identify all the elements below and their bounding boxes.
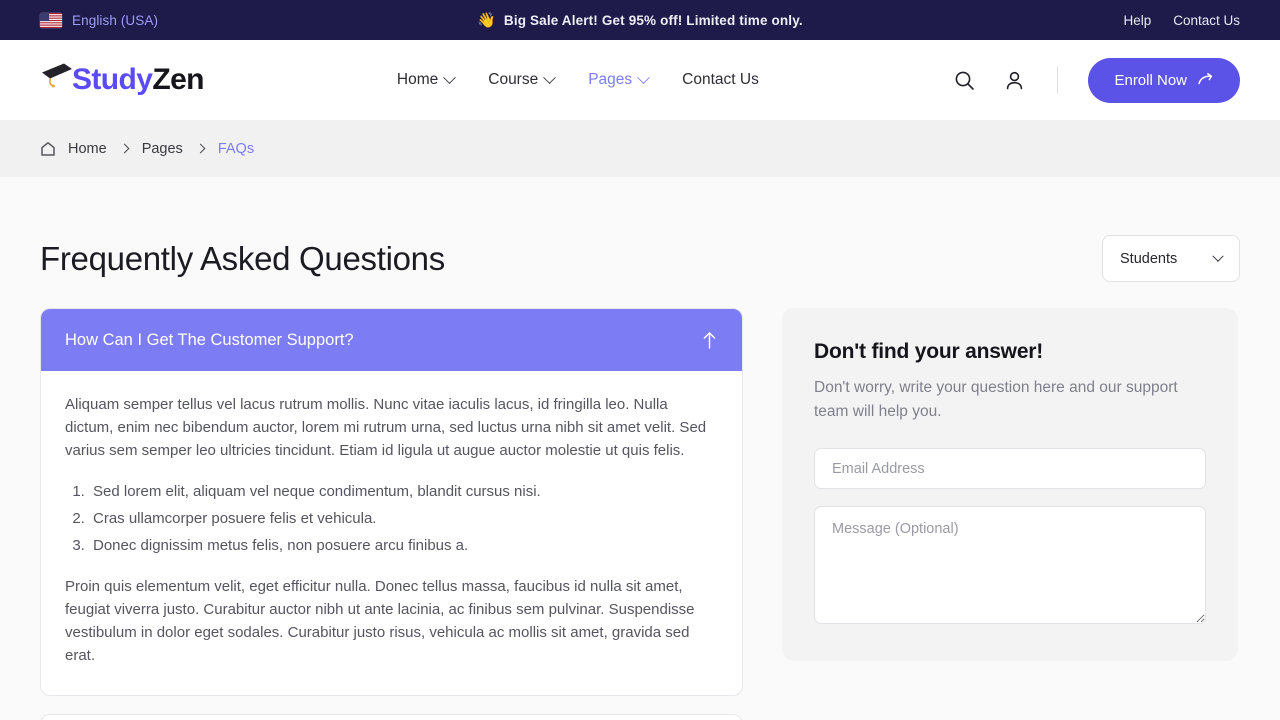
enroll-now-label: Enroll Now xyxy=(1114,71,1187,89)
announcement-bar: English (USA) 👋 Big Sale Alert! Get 95% … xyxy=(0,0,1280,40)
home-icon[interactable] xyxy=(40,141,56,157)
language-label: English (USA) xyxy=(72,12,159,28)
accordion-header[interactable]: How Can I Get The Customer Support? xyxy=(41,309,742,371)
page-title: Frequently Asked Questions xyxy=(40,239,445,277)
email-field[interactable] xyxy=(814,448,1206,489)
chevron-right-icon xyxy=(195,143,206,154)
nav-item-course[interactable]: Course xyxy=(488,70,557,89)
list-item: Cras ullamcorper posuere felis et vehicu… xyxy=(89,507,718,530)
main-navigation: StudyZen Home Course Pages Contact Us En… xyxy=(0,40,1280,120)
faq-accordion: How Can I Get The Customer Support? Aliq… xyxy=(40,308,743,720)
chevron-down-icon xyxy=(443,70,457,84)
contact-us-top-link[interactable]: Contact Us xyxy=(1173,13,1240,28)
graduation-cap-icon xyxy=(42,63,72,88)
accordion-paragraph: Aliquam semper tellus vel lacus rutrum m… xyxy=(65,396,707,459)
chevron-right-icon xyxy=(119,143,130,154)
audience-filter-value: Students xyxy=(1120,250,1178,267)
nav-item-label: Course xyxy=(488,71,539,88)
chevron-down-icon xyxy=(543,70,557,84)
us-flag-icon xyxy=(40,12,62,28)
accordion-item-next xyxy=(40,714,743,720)
accordion-item: How Can I Get The Customer Support? Aliq… xyxy=(40,308,743,696)
breadcrumb-item-current: FAQs xyxy=(217,140,255,157)
nav-item-pages[interactable]: Pages xyxy=(588,70,651,89)
enroll-now-button[interactable]: Enroll Now xyxy=(1088,57,1240,103)
nav-item-label: Home xyxy=(396,71,439,88)
audience-filter-select[interactable]: Students xyxy=(1102,235,1240,282)
arrow-curve-icon xyxy=(1198,73,1213,85)
brand-logo[interactable]: StudyZen xyxy=(40,63,204,97)
support-card-description: Don't worry, write your question here an… xyxy=(814,379,1178,420)
brand-name-primary: Study xyxy=(72,63,153,96)
nav-item-label: Contact Us xyxy=(682,71,759,88)
accordion-paragraph: Proin quis elementum velit, eget efficit… xyxy=(65,578,695,664)
nav-item-label: Pages xyxy=(588,71,633,88)
announcement-message-wrap: 👋 Big Sale Alert! Get 95% off! Limited t… xyxy=(0,11,1280,29)
list-item: Sed lorem elit, aliquam vel neque condim… xyxy=(89,480,718,503)
nav-item-home[interactable]: Home xyxy=(396,70,457,89)
waving-hand-icon: 👋 xyxy=(477,12,496,29)
breadcrumb-item-pages[interactable]: Pages xyxy=(142,141,183,157)
help-link[interactable]: Help xyxy=(1123,13,1151,28)
nav-links: Home Course Pages Contact Us xyxy=(396,70,759,89)
chevron-down-icon xyxy=(637,70,651,84)
language-switcher[interactable]: English (USA) xyxy=(40,12,159,28)
accordion-body: Aliquam semper tellus vel lacus rutrum m… xyxy=(41,371,742,695)
nav-actions: Enroll Now xyxy=(951,57,1240,103)
arrow-up-icon[interactable] xyxy=(701,331,718,350)
announcement-links: Help Contact Us xyxy=(1123,13,1240,28)
announcement-message: Big Sale Alert! Get 95% off! Limited tim… xyxy=(503,12,803,28)
support-card: Don't find your answer! Don't worry, wri… xyxy=(782,308,1238,661)
support-sidebar: Don't find your answer! Don't worry, wri… xyxy=(782,308,1238,661)
accordion-ordered-list: Sed lorem elit, aliquam vel neque condim… xyxy=(89,480,718,557)
support-card-title: Don't find your answer! xyxy=(814,340,1044,363)
accordion-header[interactable] xyxy=(41,715,742,720)
search-icon[interactable] xyxy=(951,67,977,93)
breadcrumb-item-home[interactable]: Home xyxy=(68,141,107,157)
accordion-question: How Can I Get The Customer Support? xyxy=(65,330,354,349)
chevron-down-icon xyxy=(1212,250,1224,262)
breadcrumb: Home Pages FAQs xyxy=(0,120,1280,177)
content-grid: How Can I Get The Customer Support? Aliq… xyxy=(40,308,1240,720)
page-content: Frequently Asked Questions Students How … xyxy=(0,177,1280,720)
page-header: Frequently Asked Questions Students xyxy=(40,177,1240,308)
brand-name-secondary: Zen xyxy=(152,63,204,96)
nav-divider xyxy=(1057,66,1059,94)
message-field[interactable] xyxy=(814,506,1206,624)
nav-item-contact-us[interactable]: Contact Us xyxy=(682,71,759,89)
list-item: Donec dignissim metus felis, non posuere… xyxy=(89,534,718,557)
user-account-icon[interactable] xyxy=(1001,67,1027,93)
